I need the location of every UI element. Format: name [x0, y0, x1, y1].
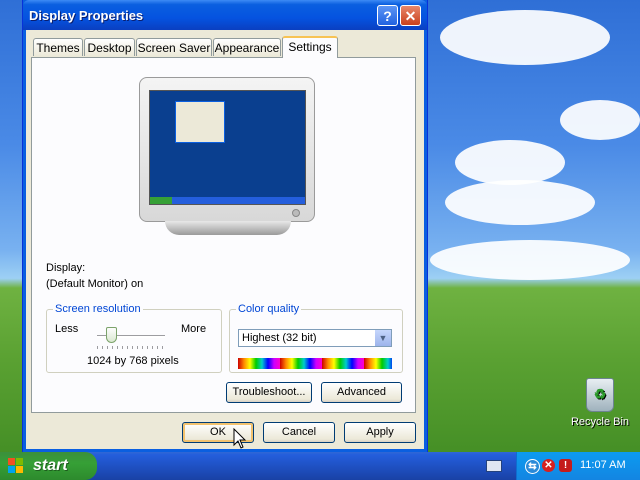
- help-icon[interactable]: ?: [377, 5, 398, 26]
- cloud: [440, 10, 610, 65]
- mini-window: [175, 101, 225, 143]
- title-bar[interactable]: Display Properties ? ✕: [23, 0, 427, 30]
- display-label: Display:: [46, 262, 86, 274]
- monitor-screen: [149, 90, 306, 205]
- tab-themes[interactable]: Themes: [33, 38, 83, 56]
- screen-resolution-legend: Screen resolution: [55, 303, 141, 315]
- more-label: More: [181, 323, 207, 335]
- system-tray: ⇆ ✕ ! 11:07 AM: [516, 452, 640, 480]
- monitor-preview: [139, 77, 315, 222]
- screen-resolution-group: Screen resolution Less More 1024 by 768 …: [46, 303, 222, 373]
- security-alert-icon[interactable]: ✕: [542, 459, 555, 472]
- color-quality-value: Highest (32 bit): [242, 332, 317, 344]
- tab-screen-saver[interactable]: Screen Saver: [136, 38, 212, 56]
- mini-start: [150, 197, 172, 204]
- recycle-bin-label: Recycle Bin: [570, 416, 630, 428]
- apply-button[interactable]: Apply: [344, 422, 416, 443]
- resolution-slider-thumb[interactable]: [106, 327, 117, 343]
- troubleshoot-button[interactable]: Troubleshoot...: [226, 382, 312, 403]
- mini-taskbar: [150, 197, 305, 204]
- start-label: start: [33, 457, 68, 474]
- mouse-cursor-icon: [233, 428, 247, 449]
- color-spectrum-bar: [238, 358, 392, 369]
- cloud: [455, 140, 565, 185]
- color-quality-select[interactable]: Highest (32 bit) ▼: [238, 329, 392, 347]
- windows-logo-icon: [8, 458, 23, 473]
- less-label: Less: [55, 323, 79, 335]
- clock[interactable]: 11:07 AM: [580, 459, 626, 471]
- start-button[interactable]: start: [0, 452, 97, 480]
- settings-panel: Display: (Default Monitor) on Screen res…: [31, 57, 416, 413]
- shield-icon[interactable]: !: [559, 459, 572, 472]
- cloud: [430, 240, 630, 280]
- display-properties-window: Display Properties ? ✕ Themes Desktop Sc…: [22, 0, 428, 453]
- taskbar: start ⇆ ✕ ! 11:07 AM: [0, 452, 640, 480]
- recycle-bin[interactable]: ♻ Recycle Bin: [570, 378, 630, 428]
- cloud: [560, 100, 640, 140]
- recycle-bin-icon[interactable]: ♻: [586, 378, 614, 412]
- window-title: Display Properties: [29, 8, 144, 23]
- tab-appearance[interactable]: Appearance: [213, 38, 281, 56]
- cloud: [445, 180, 595, 225]
- power-button-icon: [292, 209, 300, 217]
- color-quality-legend: Color quality: [238, 303, 300, 315]
- chevron-down-icon[interactable]: ▼: [374, 330, 391, 346]
- tab-desktop[interactable]: Desktop: [84, 38, 135, 56]
- color-quality-group: Color quality Highest (32 bit) ▼: [229, 303, 403, 373]
- cancel-button[interactable]: Cancel: [263, 422, 335, 443]
- close-icon[interactable]: ✕: [400, 5, 421, 26]
- monitor-stand: [165, 221, 291, 235]
- tab-settings[interactable]: Settings: [282, 36, 338, 58]
- advanced-button[interactable]: Advanced: [321, 382, 402, 403]
- keyboard-icon[interactable]: [486, 460, 502, 472]
- display-value: (Default Monitor) on: [46, 278, 144, 290]
- resolution-value: 1024 by 768 pixels: [87, 355, 179, 367]
- slider-ticks: [97, 346, 165, 349]
- network-icon[interactable]: ⇆: [525, 459, 540, 474]
